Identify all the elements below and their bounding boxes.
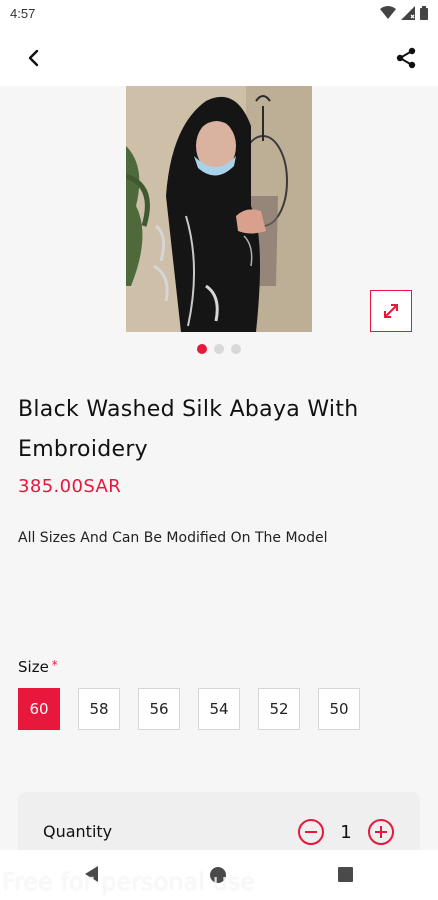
product-price: 385.00SAR <box>18 476 122 497</box>
pagination-dot-active[interactable] <box>197 344 207 354</box>
wifi-icon <box>380 6 396 19</box>
size-options: 60 58 56 54 52 50 <box>18 688 360 730</box>
expand-button[interactable] <box>370 290 412 332</box>
watermark: Free for personal use <box>2 868 255 896</box>
arrow-back-icon <box>28 49 39 67</box>
signal-icon <box>401 6 415 20</box>
size-option-60[interactable]: 60 <box>18 688 60 730</box>
product-title: Black Washed Silk Abaya With Embroidery <box>18 397 359 462</box>
expand-icon <box>384 304 398 318</box>
status-time: 4:57 <box>10 6 36 21</box>
required-marker: * <box>51 658 58 672</box>
size-label-text: Size <box>18 658 49 676</box>
size-option-54[interactable]: 54 <box>198 688 240 730</box>
minus-circle-icon <box>298 819 324 845</box>
pagination-dot[interactable] <box>214 344 224 354</box>
status-bar: 4:57 <box>0 0 438 28</box>
battery-icon <box>420 6 428 20</box>
product-gallery[interactable] <box>0 86 438 366</box>
size-option-58[interactable]: 58 <box>78 688 120 730</box>
product-image[interactable] <box>126 86 312 332</box>
size-label: Size * <box>18 658 58 676</box>
nav-recent-apps-icon[interactable] <box>338 867 353 882</box>
status-icons <box>380 6 428 20</box>
share-icon <box>396 47 416 69</box>
quantity-stepper: 1 <box>297 818 395 846</box>
quantity-label: Quantity <box>43 822 113 841</box>
size-option-56[interactable]: 56 <box>138 688 180 730</box>
plus-circle-icon <box>368 819 394 845</box>
size-option-50[interactable]: 50 <box>318 688 360 730</box>
gallery-pagination <box>0 344 438 354</box>
increase-quantity-button[interactable] <box>367 818 395 846</box>
app-bar <box>0 28 438 86</box>
share-button[interactable] <box>390 42 422 74</box>
size-option-52[interactable]: 52 <box>258 688 300 730</box>
quantity-value: 1 <box>340 821 352 843</box>
pagination-dot[interactable] <box>231 344 241 354</box>
back-button[interactable] <box>18 42 50 74</box>
product-photo <box>126 86 312 332</box>
decrease-quantity-button[interactable] <box>297 818 325 846</box>
product-description: All Sizes And Can Be Modified On The Mod… <box>18 530 328 546</box>
